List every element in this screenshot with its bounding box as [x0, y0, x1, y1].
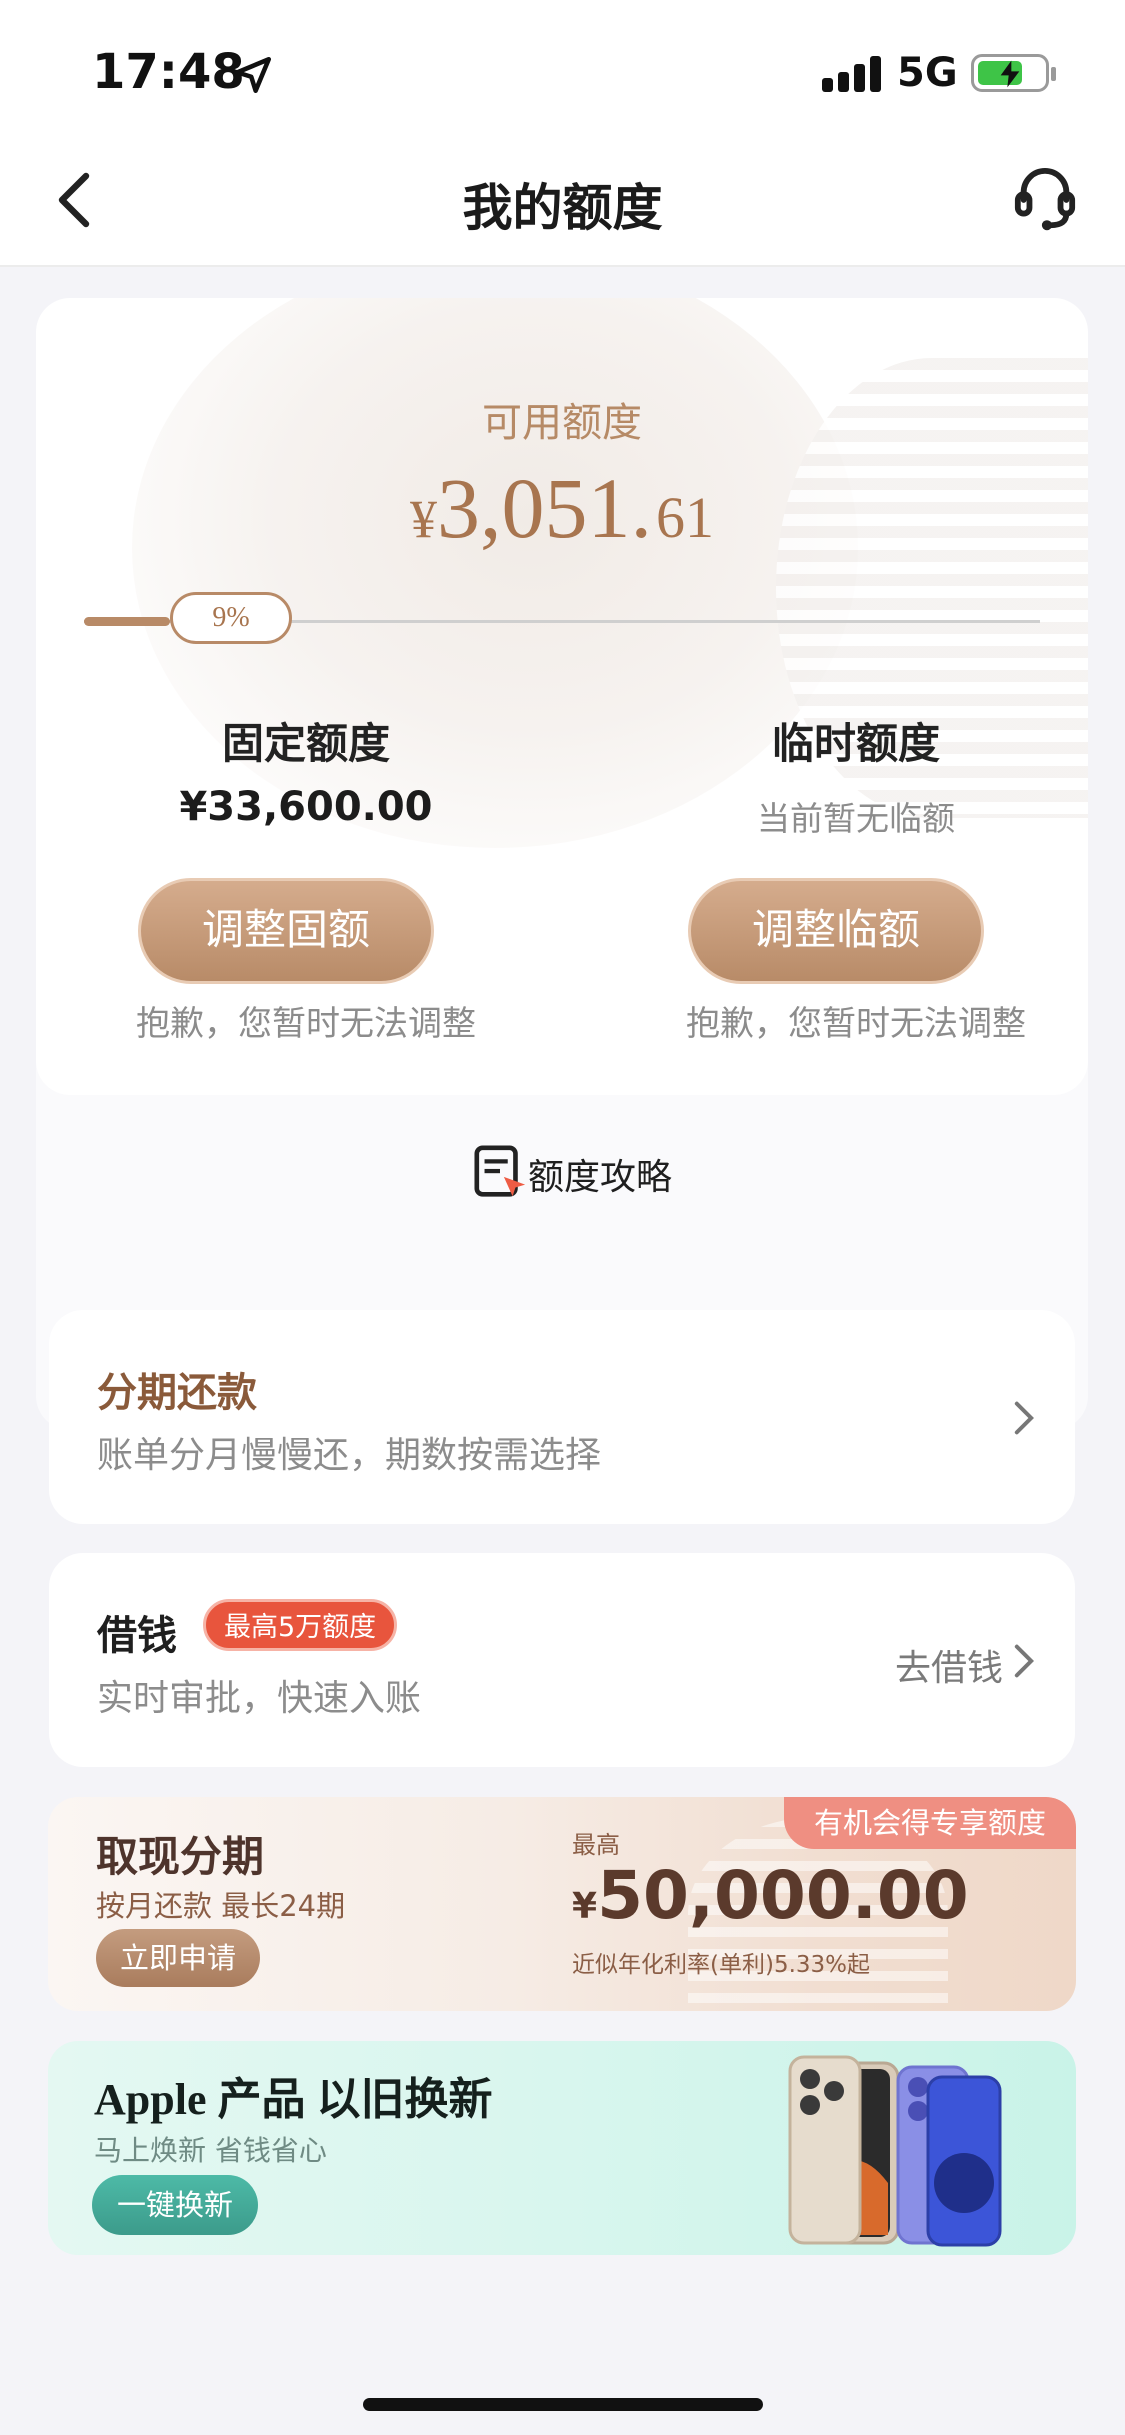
adjust-temp-limit-button[interactable]: 调整临额 [688, 878, 984, 984]
installment-subtitle: 账单分月慢慢还，期数按需选择 [97, 1435, 602, 1476]
cash-interest-rate: 近似年化利率(单利)5.33%起 [572, 1952, 871, 1978]
credit-summary-panel: 可用额度 ¥3,051. 61 9% 固定额度 ¥33,600.00 调整固额 … [36, 298, 1088, 1095]
network-type: 5G [897, 50, 958, 96]
page-title: 我的额度 [462, 179, 663, 237]
charging-bolt-icon [1000, 60, 1020, 88]
available-limit-label: 可用额度 [482, 400, 642, 446]
installment-repay-card[interactable]: 分期还款 账单分月慢慢还，期数按需选择 [49, 1310, 1075, 1524]
status-time: 17:48 [92, 44, 245, 100]
installment-title: 分期还款 [97, 1370, 257, 1416]
apple-banner-subtitle: 马上焕新 省钱省心 [94, 2134, 327, 2167]
iphone-product-image [788, 2055, 1002, 2247]
usage-progress-fill [84, 617, 170, 626]
limit-strategy-link[interactable]: 额度攻略 [36, 1138, 1088, 1218]
credit-limit-card: 可用额度 ¥3,051. 61 9% 固定额度 ¥33,600.00 调整固额 … [36, 298, 1088, 1430]
strategy-doc-icon [474, 1145, 526, 1197]
borrow-title: 借钱 [97, 1613, 177, 1659]
temp-limit-note: 抱歉，您暂时无法调整 [686, 1004, 1026, 1044]
chevron-right-icon [1014, 1401, 1035, 1435]
borrow-max-badge: 最高5万额度 [203, 1599, 398, 1651]
customer-service-icon[interactable] [1012, 165, 1078, 235]
home-indicator [363, 2398, 763, 2411]
location-arrow-icon [234, 56, 272, 94]
one-click-trade-in-button[interactable]: 一键换新 [92, 2175, 258, 2235]
available-limit-amount: ¥3,051. 61 [410, 460, 714, 556]
cash-max-amount: ¥50,000.00 [572, 1857, 969, 1934]
cash-installment-banner[interactable]: 取现分期 按月还款 最长24期 立即申请 最高 ¥50,000.00 近似年化利… [48, 1797, 1076, 2011]
exclusive-limit-ribbon: 有机会得专享额度 [784, 1797, 1076, 1849]
signal-icon [822, 56, 882, 92]
temp-limit-title: 临时额度 [771, 719, 940, 768]
borrow-subtitle: 实时审批，快速入账 [97, 1678, 422, 1719]
fixed-limit-value: ¥33,600.00 [179, 784, 433, 830]
cash-installment-subtitle: 按月还款 最长24期 [96, 1889, 346, 1923]
apple-trade-in-banner[interactable]: Apple 产品 以旧换新 马上焕新 省钱省心 一键换新 [48, 2041, 1076, 2255]
fixed-limit-title: 固定额度 [221, 719, 390, 768]
cash-max-label: 最高 [572, 1831, 620, 1859]
fixed-limit-note: 抱歉，您暂时无法调整 [136, 1004, 476, 1044]
temp-limit-value: 当前暂无临额 [757, 799, 955, 838]
apple-banner-title: Apple 产品 以旧换新 [94, 2075, 493, 2124]
chevron-right-icon [1014, 1644, 1035, 1678]
usage-percent-badge: 9% [170, 592, 292, 644]
strategy-label: 额度攻略 [528, 1157, 673, 1198]
go-borrow-link[interactable]: 去借钱 [895, 1639, 1003, 1691]
borrow-card[interactable]: 借钱 最高5万额度 实时审批，快速入账 去借钱 [49, 1553, 1075, 1767]
adjust-fixed-limit-button[interactable]: 调整固额 [138, 878, 434, 984]
apply-now-button[interactable]: 立即申请 [96, 1929, 260, 1987]
cash-installment-title: 取现分期 [96, 1835, 265, 1881]
battery-icon [971, 54, 1056, 92]
